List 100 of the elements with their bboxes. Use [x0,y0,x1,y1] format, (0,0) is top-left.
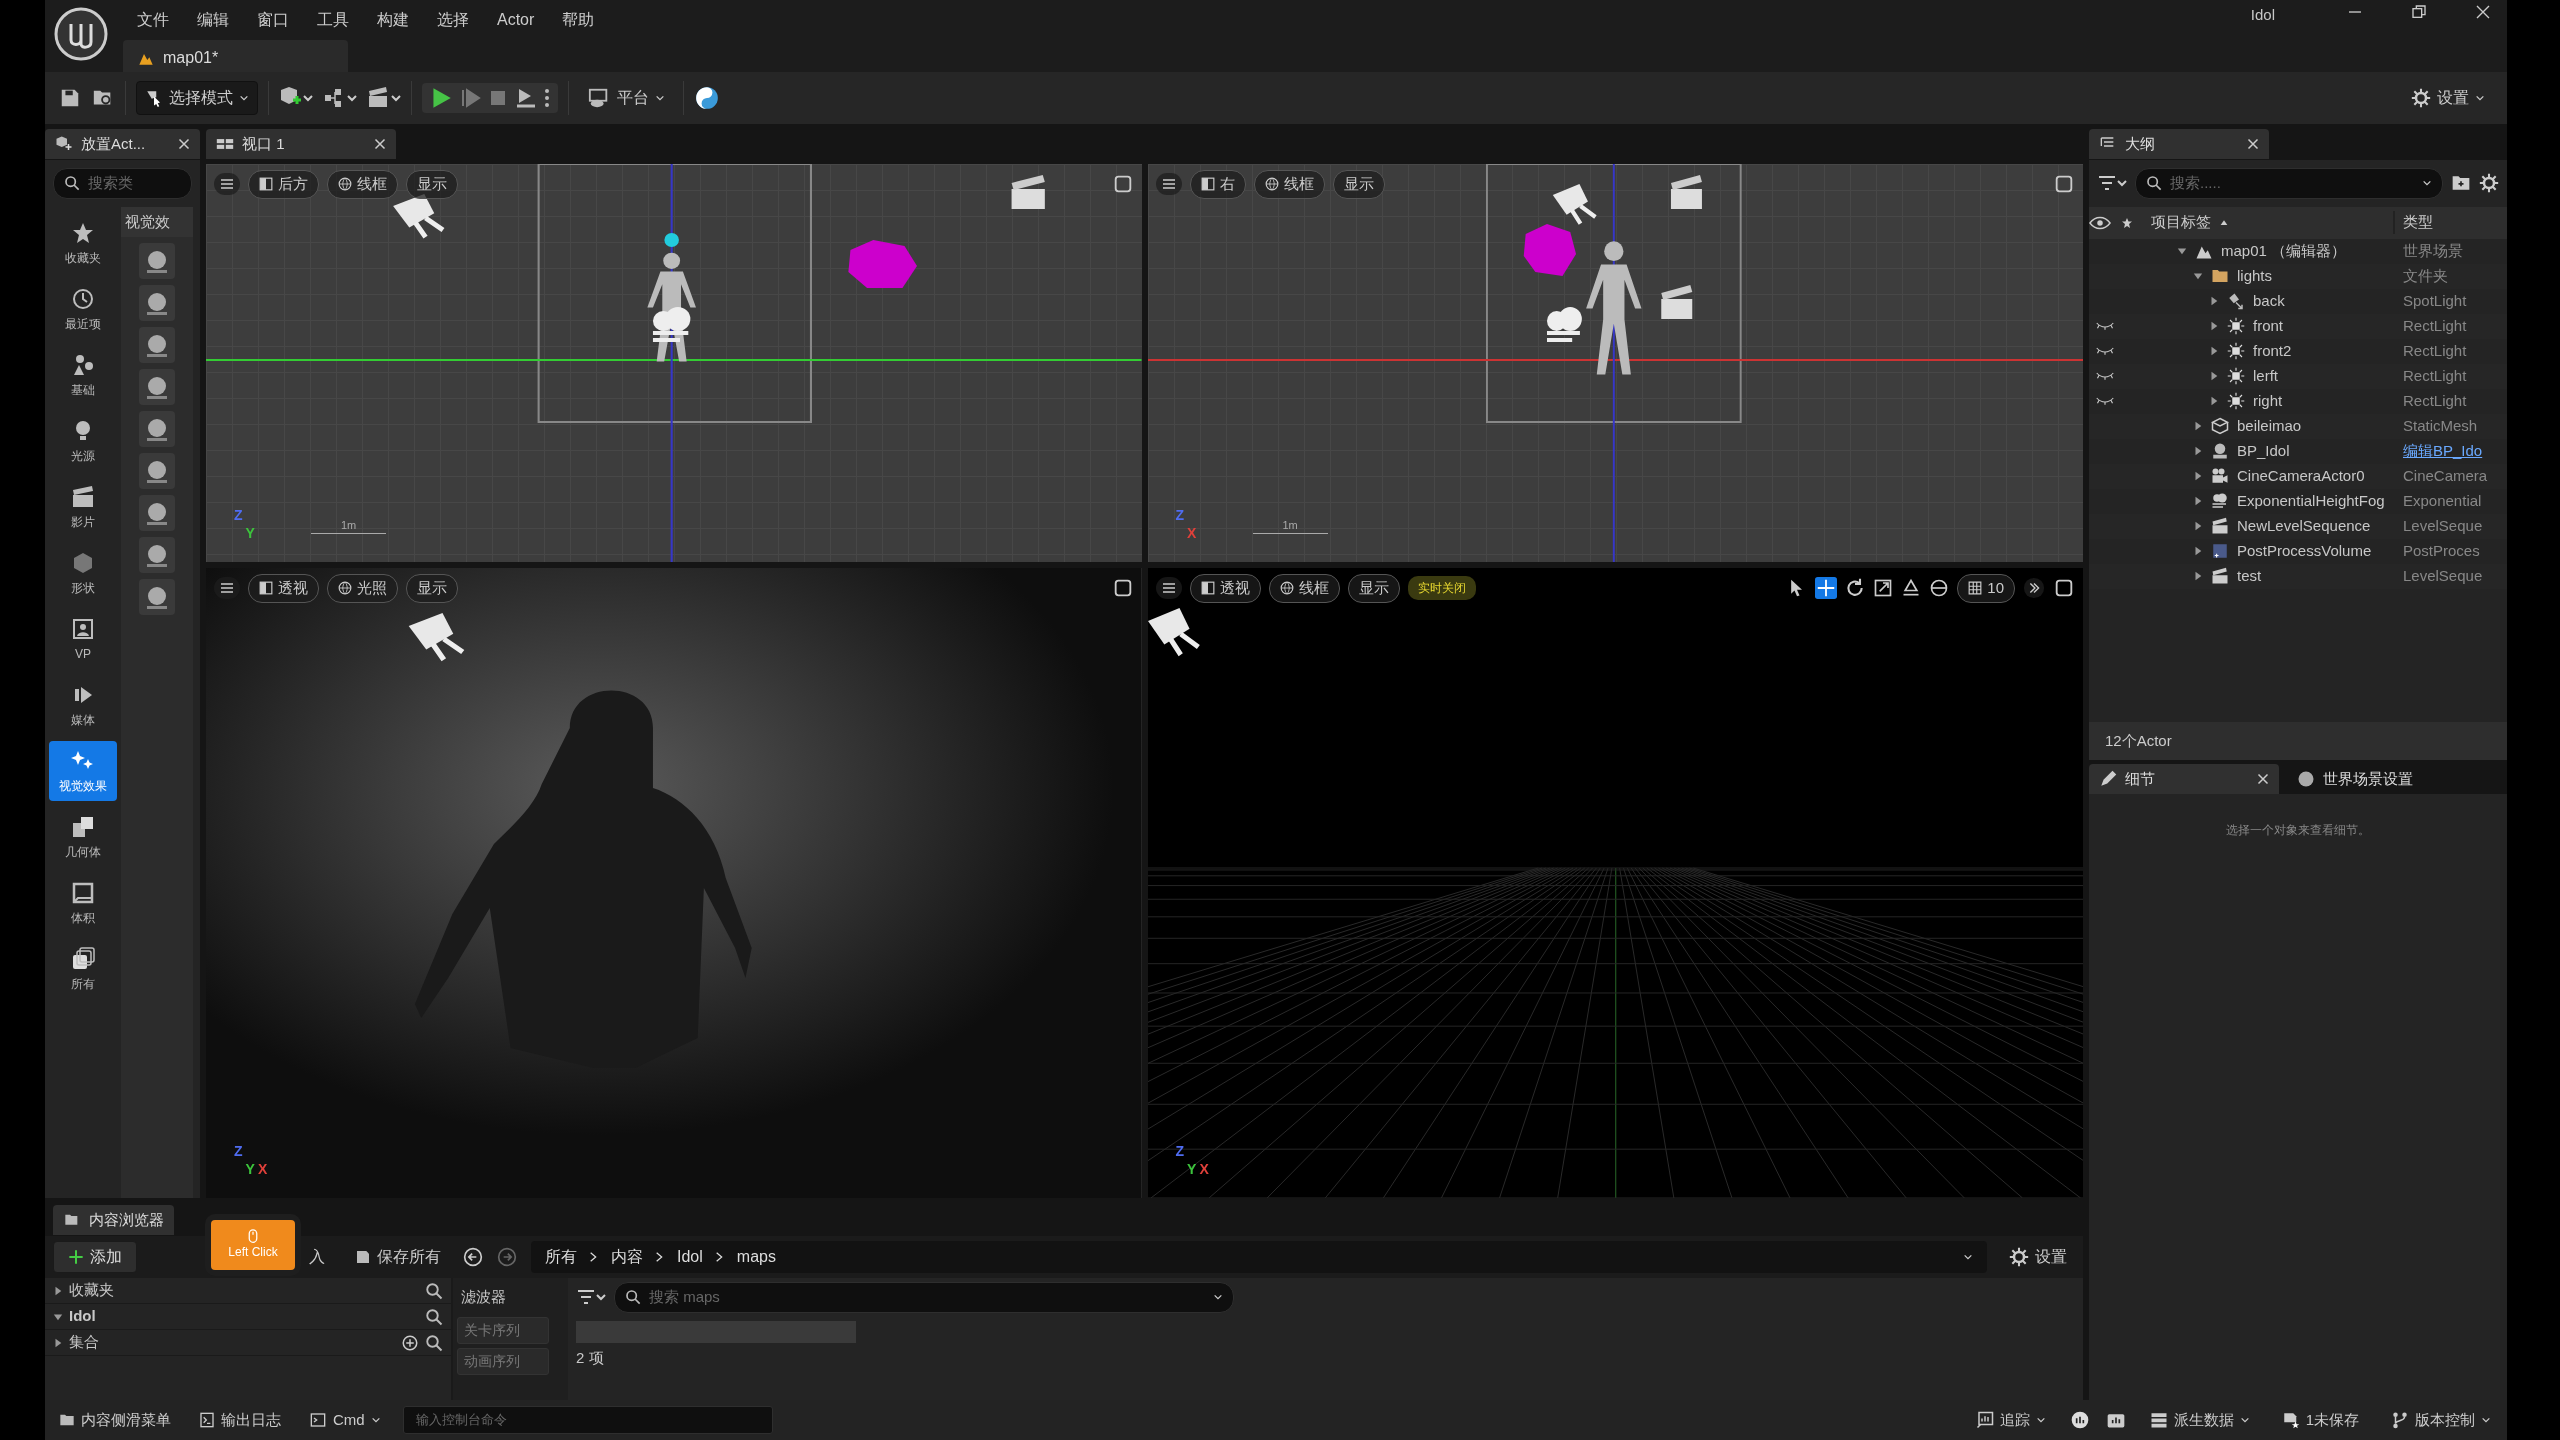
category-tab[interactable]: 最近项 [49,278,117,339]
tree-item[interactable]: Idol [45,1304,451,1330]
category-tab[interactable]: 基础 [49,344,117,405]
viewport-option-button[interactable]: 透视 [1189,574,1261,603]
viewport-option-button[interactable]: 线框 [327,170,398,199]
collapsed-arrow-icon[interactable] [2193,571,2203,581]
more-icon[interactable] [542,86,552,110]
search-field[interactable]: 搜索类 [53,168,192,199]
search-field[interactable]: 搜索..... [2135,168,2443,199]
tree-item[interactable]: 收藏夹 [45,1278,451,1304]
outliner-item[interactable]: lights [2237,264,2273,288]
closed-eye-icon[interactable] [2096,371,2114,381]
status-button[interactable]: 追踪 [1967,1407,2054,1433]
menu-item[interactable]: 帮助 [548,4,609,36]
outliner-item[interactable]: CineCameraActor0 [2237,464,2365,488]
status-button[interactable]: 1未保存 [2273,1407,2367,1433]
surface-snap-icon[interactable] [1901,578,1922,599]
yin-yang-icon[interactable] [694,85,720,111]
breadcrumb-link[interactable]: maps [736,1245,776,1269]
category-tab[interactable]: 光源 [49,410,117,471]
blueprint-icon[interactable] [323,86,357,110]
viewport-option-button[interactable]: 后方 [248,170,319,199]
rotate-icon[interactable] [1845,578,1866,599]
back-icon[interactable] [463,1247,483,1267]
closed-eye-icon[interactable] [2096,321,2114,331]
grid-snap-button[interactable]: 10 [1957,574,2015,603]
menu-item[interactable]: 窗口 [243,4,303,36]
settings-dropdown[interactable]: 设置 [2403,82,2493,114]
outliner-row[interactable]: front2 RectLight [2089,338,2507,364]
category-tab[interactable]: VP [49,608,117,669]
outliner-item[interactable]: lerft [2253,364,2278,388]
outliner-item[interactable]: PostProcessVolume [2237,539,2372,563]
eject-icon[interactable] [514,86,538,110]
world-local-icon[interactable] [1929,578,1950,599]
menu-icon[interactable] [214,173,240,196]
platform-dropdown[interactable]: 平台 [579,82,673,114]
viewport-option-button[interactable]: 显示 [1332,170,1385,199]
category-tab[interactable]: 收藏夹 [49,212,117,273]
mode-dropdown[interactable]: 选择模式 [136,81,258,115]
close-icon[interactable] [2475,4,2491,20]
breadcrumb-link[interactable]: Idol [677,1245,703,1269]
search-input[interactable]: 搜索..... [2168,171,2416,196]
status-button[interactable]: 版本控制 [2383,1407,2499,1433]
menu-item[interactable]: 选择 [423,4,483,36]
status-button[interactable]: 内容侧滑菜单 [53,1407,177,1433]
add-button[interactable]: 添加 [53,1241,137,1273]
category-tab[interactable]: 体积 [49,872,117,933]
collapsed-arrow-icon[interactable] [2193,546,2203,556]
outliner-item[interactable]: NewLevelSequence [2237,514,2371,538]
category-tab[interactable]: 所有 [49,938,117,999]
collapsed-arrow-icon[interactable] [2193,471,2203,481]
collapsed-arrow-icon[interactable] [2193,521,2203,531]
scale-icon[interactable] [1873,578,1894,599]
outliner-row[interactable]: back SpotLight [2089,288,2507,314]
close-icon[interactable] [178,138,190,150]
move-icon[interactable] [1815,577,1838,600]
record-icon[interactable] [2069,1410,2090,1430]
outliner-item[interactable]: front2 [2253,339,2292,363]
viewport-option-button[interactable]: 显示 [406,574,458,603]
column-header[interactable]: 项目标签 [2151,211,2395,234]
panel-tab[interactable]: 细节 [2089,764,2279,794]
outliner-item[interactable]: back [2253,289,2285,313]
expanded-arrow-icon[interactable] [2177,246,2187,256]
collapsed-arrow-icon[interactable] [2193,421,2203,431]
save-all-button[interactable]: 保存所有 [347,1241,449,1273]
outliner-item[interactable]: map01 （编辑器） [2221,239,2347,263]
forward-icon[interactable] [497,1247,517,1267]
close-icon[interactable] [374,138,386,150]
menu-item[interactable]: 编辑 [183,4,243,36]
cmd-dropdown[interactable]: Cmd [303,1407,387,1433]
import-button[interactable]: 入 [301,1241,333,1273]
collapsed-arrow-icon[interactable] [2193,496,2203,506]
category-tab[interactable]: 形状 [49,542,117,603]
viewport-option-button[interactable]: 显示 [406,170,458,199]
close-icon[interactable] [2257,773,2269,785]
viewport-option-button[interactable]: 显示 [1347,574,1400,603]
tree-item[interactable]: 集合 [45,1330,451,1356]
outliner-row[interactable]: right RectLight [2089,388,2507,414]
menu-icon[interactable] [1155,173,1182,196]
menu-item[interactable]: 工具 [303,4,363,36]
restore-icon[interactable] [2411,4,2427,20]
viewport-option-button[interactable]: 右 [1189,170,1246,199]
expand-icon[interactable] [2023,577,2045,600]
save-icon[interactable] [59,87,81,109]
close-icon[interactable] [2247,138,2259,150]
search-field[interactable]: 搜索 maps [614,1282,1234,1313]
category-tab[interactable]: 影片 [49,476,117,537]
search-input[interactable]: 搜索 maps [647,1285,1207,1310]
menu-item[interactable]: 构建 [363,4,423,36]
settings-button[interactable]: 设置 [2001,1241,2075,1273]
viewport-tab[interactable]: 视口 1 [206,129,396,159]
collapsed-arrow-icon[interactable] [2193,446,2203,456]
outliner-item[interactable]: test [2237,564,2262,588]
search-input[interactable]: 搜索类 [86,171,181,196]
outliner-row[interactable]: map01 （编辑器） 世界场景 [2089,238,2507,264]
column-header[interactable]: 类型 [2395,211,2507,234]
type-link[interactable]: 编辑BP_Ido [2395,439,2507,463]
console-text-input[interactable]: 输入控制台命令 [413,1409,762,1431]
collapsed-arrow-icon[interactable] [2209,296,2219,306]
category-tab[interactable]: 几何体 [49,806,117,867]
